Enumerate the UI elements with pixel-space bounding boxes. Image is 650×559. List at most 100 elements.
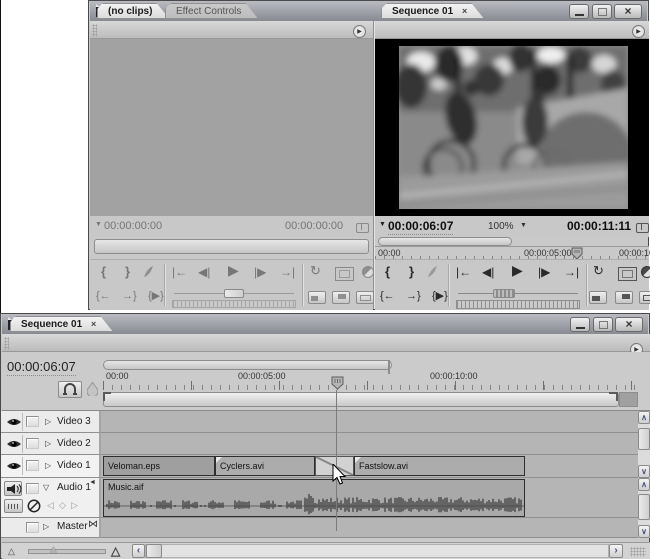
panel-divider[interactable] (373, 21, 374, 309)
keyframe-toggle-icon[interactable] (27, 499, 41, 513)
track-label[interactable]: Video 1 (57, 460, 91, 471)
loop-button[interactable]: ↻ (310, 264, 321, 278)
toggle-track-output-icon[interactable] (6, 417, 22, 427)
expand-track-icon[interactable]: ▷ (43, 522, 49, 531)
jog-strip[interactable] (172, 300, 296, 308)
tab-close-icon[interactable]: × (462, 6, 467, 16)
zoom-slider-thumb[interactable]: ▲ (48, 544, 59, 556)
step-back-button[interactable]: ◀| (198, 265, 210, 279)
goto-out-button[interactable]: →} (406, 289, 421, 303)
play-in-to-out-button[interactable]: {▶} (148, 289, 164, 303)
clip-fastslow[interactable]: Fastslow.avi (354, 456, 525, 476)
tab-effect-controls[interactable]: Effect Controls (165, 3, 258, 19)
hscroll-track[interactable] (145, 544, 609, 558)
set-out-button[interactable]: } (409, 265, 414, 279)
trim-button[interactable] (356, 291, 374, 304)
goto-in-button[interactable]: {← (380, 289, 395, 303)
track-content-video1[interactable]: Veloman.eps Cyclers.avi Fastslow.avi (101, 455, 638, 478)
goto-out-button[interactable]: →} (122, 289, 137, 303)
set-in-button[interactable]: { (101, 265, 106, 279)
extract-button[interactable] (615, 291, 633, 304)
zoom-dropdown-icon[interactable]: ▼ (520, 222, 527, 229)
resize-grip[interactable] (630, 547, 646, 557)
panel-grip[interactable] (4, 337, 9, 350)
step-forward-button[interactable]: |▶ (538, 265, 550, 279)
next-edit-button[interactable]: →| (280, 265, 295, 279)
work-area-end-bracket[interactable] (609, 392, 618, 401)
viewing-area-bar-end[interactable] (388, 360, 390, 374)
program-panel-menu-button[interactable]: ▶ (632, 25, 645, 38)
set-in-button[interactable]: { (385, 265, 390, 279)
clip-veloman[interactable]: Veloman.eps (103, 456, 215, 476)
video-scrollbar[interactable]: ∧ ∨ (638, 411, 650, 478)
prev-edit-button[interactable]: |← (172, 265, 187, 279)
safe-margins-button[interactable] (618, 267, 637, 281)
clip-cyclers[interactable]: Cyclers.avi (215, 456, 315, 476)
ruler-major-ticks[interactable] (103, 381, 639, 390)
expand-track-icon[interactable]: ▷ (45, 417, 51, 426)
scroll-up-button[interactable]: ∧ (638, 478, 650, 491)
maximize-button[interactable] (592, 4, 612, 19)
expand-track-icon[interactable]: ▷ (45, 439, 51, 448)
goto-in-button[interactable]: {← (96, 289, 111, 303)
work-area-bar[interactable] (103, 392, 619, 407)
track-label[interactable]: Audio 1 (57, 482, 91, 493)
set-marker-button[interactable] (142, 265, 154, 278)
clip-music[interactable]: Music.aif (103, 479, 525, 517)
shuttle-thumb[interactable] (224, 289, 244, 298)
panel-grip[interactable] (92, 24, 97, 37)
track-content-video2[interactable] (101, 433, 638, 455)
program-viewing-area-bar[interactable] (378, 237, 512, 246)
overlay-button[interactable] (332, 291, 350, 304)
toggle-track-output-icon[interactable] (6, 439, 22, 449)
set-marker-droplet-icon[interactable] (87, 382, 98, 396)
scroll-up-button[interactable]: ∧ (638, 411, 650, 424)
playhead-line[interactable] (336, 390, 337, 531)
scrollbar-thumb[interactable] (638, 428, 650, 450)
track-lock-checkbox[interactable] (26, 483, 39, 494)
prev-keyframe-icon[interactable]: ◁ (47, 500, 54, 511)
viewing-area-bar[interactable] (103, 360, 392, 370)
next-edit-button[interactable]: →| (564, 265, 579, 279)
set-out-button[interactable]: } (125, 265, 130, 279)
program-zoom-level[interactable]: 100% (488, 221, 514, 232)
zoom-in-icon[interactable]: △ (111, 544, 120, 558)
jog-strip[interactable] (456, 300, 580, 309)
output-button[interactable] (362, 266, 374, 278)
track-lock-checkbox[interactable] (26, 416, 39, 427)
scroll-down-button[interactable]: ∨ (638, 525, 650, 538)
step-back-button[interactable]: ◀| (482, 265, 494, 279)
scroll-right-button[interactable]: › (609, 544, 623, 558)
track-lock-checkbox[interactable] (26, 522, 39, 533)
shuttle-track[interactable] (458, 293, 578, 294)
track-content-audio1[interactable]: Music.aif (101, 478, 638, 518)
hscroll-thumb[interactable] (146, 544, 162, 558)
output-button[interactable] (641, 266, 650, 278)
audio-scrollbar[interactable]: ∧ ∨ (638, 478, 650, 538)
source-tc-arrow-icon[interactable]: ▼ (95, 221, 102, 228)
set-marker-button[interactable] (426, 265, 438, 278)
loop-button[interactable]: ↻ (593, 264, 604, 278)
set-display-style-button[interactable] (4, 499, 23, 513)
track-content-video3[interactable] (101, 411, 638, 433)
track-lock-checkbox[interactable] (26, 460, 39, 471)
insert-button[interactable] (308, 291, 326, 304)
tab-sequence-01[interactable]: Sequence 01 × (10, 316, 113, 332)
toggle-track-output-icon[interactable] (6, 461, 22, 471)
play-button[interactable]: ▶ (512, 263, 523, 277)
play-button[interactable]: ▶ (228, 263, 239, 277)
program-current-timecode[interactable]: 00:00:06:07 (388, 219, 453, 235)
lift-button[interactable] (589, 291, 607, 304)
track-content-master[interactable] (101, 518, 638, 538)
timeline-current-timecode[interactable]: 00:00:06:07 (7, 359, 76, 376)
expand-track-icon[interactable]: ▷ (45, 461, 51, 470)
track-label[interactable]: Video 2 (57, 438, 91, 449)
next-keyframe-icon[interactable]: ▷ (71, 500, 78, 511)
source-scrub-bar[interactable] (94, 239, 369, 254)
close-button[interactable]: × (614, 4, 642, 19)
source-current-timecode[interactable]: 00:00:00:00 (104, 220, 162, 232)
track-label[interactable]: Master (57, 521, 88, 532)
tab-sequence-01[interactable]: Sequence 01 × (381, 3, 484, 19)
scroll-down-button[interactable]: ∨ (638, 465, 650, 478)
track-lock-checkbox[interactable] (26, 438, 39, 449)
